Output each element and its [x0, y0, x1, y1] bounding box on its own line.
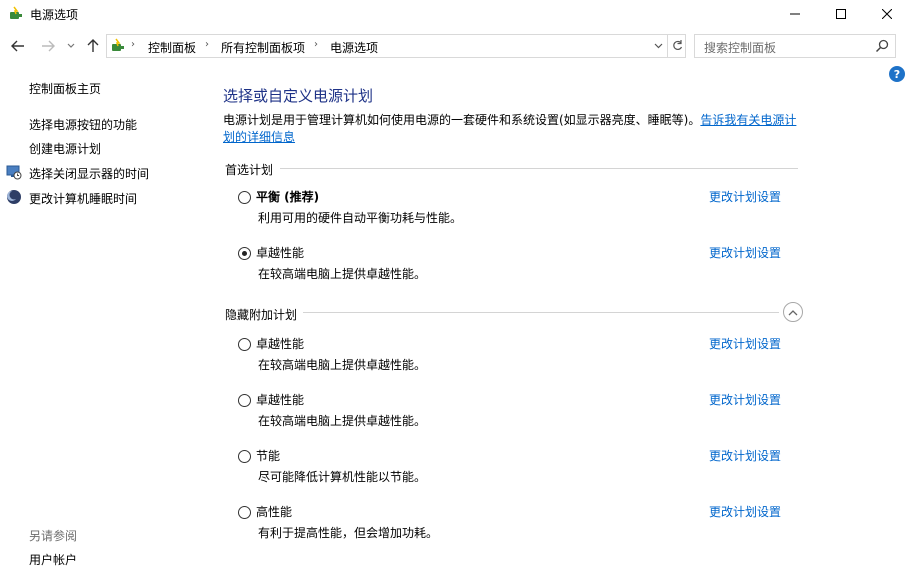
- sidebar-item-display-off-time[interactable]: 选择关闭显示器的时间: [29, 165, 149, 182]
- plan-radio[interactable]: [238, 338, 251, 351]
- plan-description: 有利于提高性能，但会增加功耗。: [258, 526, 439, 540]
- address-divider: [667, 35, 668, 57]
- plan-row: 卓越性能 在较高端电脑上提供卓越性能。 更改计划设置: [238, 335, 798, 375]
- forward-arrow-icon: [42, 40, 55, 52]
- change-plan-settings-link[interactable]: 更改计划设置: [709, 244, 781, 261]
- minimize-icon: [790, 13, 800, 15]
- plan-radio-balanced[interactable]: [238, 191, 251, 204]
- breadcrumb-separator-icon[interactable]: ›: [314, 39, 318, 50]
- chevron-down-icon: [654, 43, 662, 49]
- plan-description: 尽可能降低计算机性能以节能。: [258, 470, 427, 484]
- plan-description: 在较高端电脑上提供卓越性能。: [258, 267, 427, 281]
- breadcrumb-all-items[interactable]: 所有控制面板项: [221, 39, 305, 56]
- section-divider: [280, 168, 798, 169]
- change-plan-settings-link[interactable]: 更改计划设置: [709, 391, 781, 408]
- plan-description: 在较高端电脑上提供卓越性能。: [258, 414, 427, 428]
- breadcrumb-control-panel[interactable]: 控制面板: [148, 39, 196, 56]
- plan-radio-high-performance[interactable]: [238, 506, 251, 519]
- back-button[interactable]: [8, 35, 28, 57]
- forward-button[interactable]: [38, 35, 58, 57]
- section-divider: [303, 312, 779, 313]
- plan-row: 高性能 有利于提高性能，但会增加功耗。 更改计划设置: [238, 503, 798, 543]
- plan-name[interactable]: 卓越性能: [256, 244, 304, 261]
- plan-row: 节能 尽可能降低计算机性能以节能。 更改计划设置: [238, 447, 798, 487]
- see-also-heading: 另请参阅: [29, 529, 78, 543]
- intro-text: 电源计划是用于管理计算机如何使用电源的一套硬件和系统设置(如显示器亮度、睡眠等)…: [223, 112, 803, 146]
- up-button[interactable]: [84, 35, 102, 57]
- sidebar-item-create-plan[interactable]: 创建电源计划: [29, 140, 101, 157]
- plan-radio-ultimate-performance[interactable]: [238, 247, 251, 260]
- sidebar-item-user-accounts[interactable]: 用户帐户: [29, 551, 77, 568]
- hidden-plans-heading: 隐藏附加计划: [225, 308, 298, 322]
- back-arrow-icon: [11, 40, 24, 52]
- change-plan-settings-link[interactable]: 更改计划设置: [709, 447, 781, 464]
- plan-name[interactable]: 高性能: [256, 503, 292, 520]
- chevron-down-icon: [67, 43, 75, 48]
- plan-name[interactable]: 节能: [256, 447, 280, 464]
- page-title: 选择或自定义电源计划: [223, 87, 374, 105]
- breadcrumb-separator-icon[interactable]: ›: [131, 39, 135, 50]
- search-box[interactable]: 搜索控制面板: [694, 34, 896, 58]
- help-icon[interactable]: ?: [889, 66, 905, 82]
- change-plan-settings-link[interactable]: 更改计划设置: [709, 335, 781, 352]
- power-options-icon: [10, 6, 22, 19]
- address-history-button[interactable]: [650, 37, 666, 55]
- plan-radio-power-saver[interactable]: [238, 450, 251, 463]
- plan-row: 卓越性能 在较高端电脑上提供卓越性能。 更改计划设置: [238, 391, 798, 431]
- refresh-icon: [672, 40, 682, 51]
- collapse-hidden-plans-button[interactable]: [783, 302, 803, 322]
- plan-name[interactable]: 卓越性能: [256, 335, 304, 352]
- sidebar-item-control-panel-home[interactable]: 控制面板主页: [29, 80, 101, 97]
- plan-description: 在较高端电脑上提供卓越性能。: [258, 358, 427, 372]
- recent-locations-button[interactable]: [64, 35, 78, 57]
- sleep-moon-icon: [7, 190, 21, 204]
- sidebar-item-power-button[interactable]: 选择电源按钮的功能: [29, 116, 137, 133]
- refresh-button[interactable]: [669, 37, 685, 55]
- title-bar: 电源选项: [0, 0, 910, 28]
- close-icon: [882, 9, 892, 19]
- change-plan-settings-link[interactable]: 更改计划设置: [709, 503, 781, 520]
- plan-radio[interactable]: [238, 394, 251, 407]
- breadcrumb-separator-icon[interactable]: ›: [205, 39, 209, 50]
- navigation-bar: › 控制面板 › 所有控制面板项 › 电源选项 搜索控制面板: [0, 32, 910, 60]
- plan-name[interactable]: 平衡 (推荐): [256, 188, 319, 205]
- monitor-clock-icon: [6, 165, 22, 180]
- up-arrow-icon: [87, 39, 99, 52]
- control-panel-icon: [112, 38, 124, 51]
- maximize-icon: [836, 9, 846, 19]
- maximize-button[interactable]: [818, 0, 864, 28]
- search-icon[interactable]: [875, 39, 889, 53]
- window-title: 电源选项: [30, 8, 79, 22]
- chevron-up-icon: [788, 309, 798, 315]
- preferred-plans-heading: 首选计划: [225, 163, 274, 177]
- search-input[interactable]: 搜索控制面板: [704, 39, 776, 56]
- plan-row: 平衡 (推荐) 利用可用的硬件自动平衡功耗与性能。 更改计划设置: [238, 188, 798, 228]
- plan-name[interactable]: 卓越性能: [256, 391, 304, 408]
- breadcrumb-power-options[interactable]: 电源选项: [330, 39, 378, 56]
- plan-description: 利用可用的硬件自动平衡功耗与性能。: [258, 211, 463, 225]
- plan-row: 卓越性能 在较高端电脑上提供卓越性能。 更改计划设置: [238, 244, 798, 284]
- close-button[interactable]: [864, 0, 910, 28]
- sidebar-item-sleep-time[interactable]: 更改计算机睡眠时间: [29, 190, 137, 207]
- intro-description: 电源计划是用于管理计算机如何使用电源的一套硬件和系统设置(如显示器亮度、睡眠等)…: [223, 113, 701, 127]
- minimize-button[interactable]: [772, 0, 818, 28]
- change-plan-settings-link[interactable]: 更改计划设置: [709, 188, 781, 205]
- address-bar[interactable]: › 控制面板 › 所有控制面板项 › 电源选项: [106, 34, 686, 58]
